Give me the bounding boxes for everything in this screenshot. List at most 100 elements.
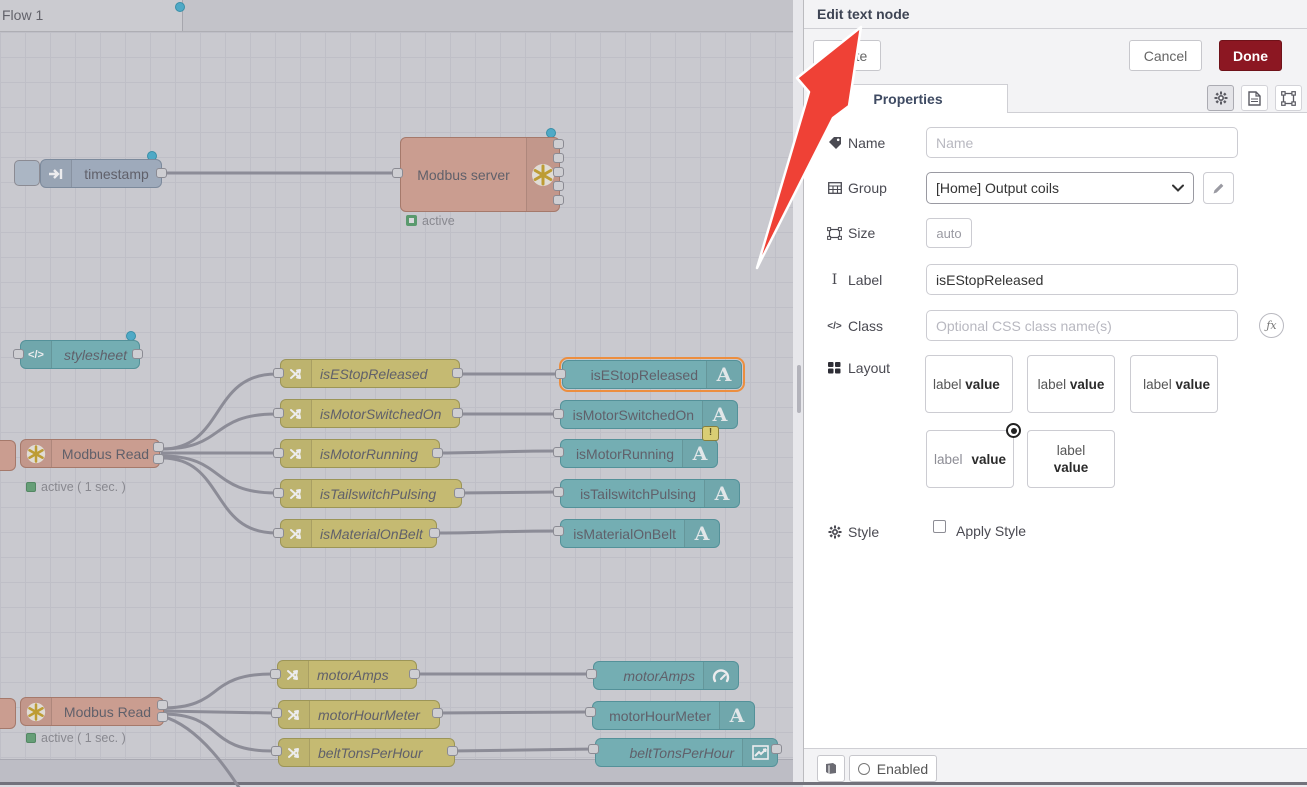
port[interactable] <box>452 368 463 378</box>
port[interactable] <box>271 708 282 718</box>
port[interactable] <box>270 669 281 679</box>
node-text-isMotorRunning[interactable]: isMotorRunning A <box>560 439 718 468</box>
port[interactable] <box>588 744 599 754</box>
port[interactable] <box>156 168 167 178</box>
cancel-button[interactable]: Cancel <box>1129 40 1202 71</box>
port[interactable] <box>555 369 566 379</box>
node-chart-beltTonsPerHour[interactable]: beltTonsPerHour <box>595 738 778 767</box>
port[interactable] <box>132 349 143 359</box>
node-inject-timestamp[interactable]: timestamp <box>40 159 162 188</box>
node-text-isMaterialOnBelt[interactable]: isMaterialOnBelt A <box>560 519 720 548</box>
port[interactable] <box>13 349 24 359</box>
group-select[interactable]: [Home] Output coils <box>926 172 1194 204</box>
expression-button[interactable]: ƒx <box>1259 313 1284 338</box>
node-change-isMotorRunning[interactable]: isMotorRunning <box>280 439 440 468</box>
port[interactable] <box>273 408 284 418</box>
port[interactable] <box>273 528 284 538</box>
port[interactable] <box>585 707 596 717</box>
node-change-beltTonsPerHour[interactable]: beltTonsPerHour <box>278 738 455 767</box>
node-change-motorHourMeter[interactable]: motorHourMeter <box>278 700 440 729</box>
port[interactable] <box>432 708 443 718</box>
table-icon <box>827 181 842 196</box>
port[interactable] <box>553 409 564 419</box>
port[interactable] <box>273 368 284 378</box>
text-icon: A <box>702 401 737 428</box>
layout-option-left[interactable]: label value <box>925 355 1013 413</box>
port[interactable] <box>409 669 420 679</box>
label-input[interactable] <box>926 264 1238 295</box>
node-text-isEStopReleased[interactable]: isEStopReleased A <box>562 360 742 389</box>
node-text-isTailswitchPulsing[interactable]: isTailswitchPulsing A <box>560 479 740 508</box>
description-button[interactable] <box>1241 85 1268 111</box>
layout-option-stacked[interactable]: labelvalue <box>1027 430 1115 488</box>
port[interactable] <box>553 526 564 536</box>
node-label: isMotorRunning <box>561 446 682 462</box>
node-text-motorHourMeter[interactable]: motorHourMeter A <box>592 701 755 730</box>
port[interactable] <box>553 447 564 457</box>
delete-button[interactable]: Delete <box>813 40 881 71</box>
change-icon <box>281 480 312 507</box>
node-text-isMotorSwitchedOn[interactable]: isMotorSwitchedOn A <box>560 400 738 429</box>
vertical-scrollbar[interactable] <box>797 365 801 413</box>
node-change-isMotorSwitchedOn[interactable]: isMotorSwitchedOn <box>280 399 460 428</box>
port[interactable] <box>392 168 403 178</box>
port[interactable] <box>553 487 564 497</box>
node-modbus-server[interactable]: Modbus server <box>400 137 560 212</box>
status-icon <box>26 482 36 492</box>
node-change-isMaterialOnBelt[interactable]: isMaterialOnBelt <box>280 519 437 548</box>
port[interactable] <box>447 746 458 756</box>
port[interactable] <box>553 153 564 163</box>
done-button[interactable]: Done <box>1219 40 1282 71</box>
port[interactable] <box>153 442 164 452</box>
partial-node[interactable] <box>0 698 16 729</box>
enabled-label: Enabled <box>877 761 928 777</box>
inject-button[interactable] <box>14 160 40 186</box>
layout-option-center[interactable]: label value <box>1027 355 1115 413</box>
name-input[interactable] <box>926 127 1238 158</box>
port[interactable] <box>553 195 564 205</box>
properties-form: Name Group [Home] Output coils <box>804 113 1307 748</box>
layout-selected-radio[interactable] <box>1006 423 1021 438</box>
port[interactable] <box>553 167 564 177</box>
partial-node[interactable] <box>0 440 16 471</box>
port[interactable] <box>553 139 564 149</box>
change-icon <box>281 360 312 387</box>
port[interactable] <box>157 700 168 710</box>
size-auto-button[interactable]: auto <box>926 218 972 248</box>
port[interactable] <box>771 744 782 754</box>
node-change-isTailswitchPulsing[interactable]: isTailswitchPulsing <box>280 479 462 508</box>
node-modbus-read-1[interactable]: Modbus Read <box>20 439 160 468</box>
node-label: isMotorSwitchedOn <box>561 407 702 423</box>
port[interactable] <box>454 488 465 498</box>
tab-properties[interactable]: Properties <box>808 84 1008 113</box>
enabled-toggle[interactable]: Enabled <box>849 755 937 782</box>
port[interactable] <box>271 746 282 756</box>
port[interactable] <box>429 528 440 538</box>
flow-canvas[interactable]: timestamp Modbus server active <box>0 32 793 759</box>
node-stylesheet[interactable]: </> stylesheet <box>20 340 140 369</box>
port[interactable] <box>157 712 168 722</box>
size-icon <box>827 226 842 241</box>
tab-flow-1[interactable]: Flow 1 <box>0 0 183 31</box>
class-input[interactable] <box>926 310 1238 341</box>
port[interactable] <box>452 408 463 418</box>
node-modbus-read-2[interactable]: Modbus Read <box>20 697 164 726</box>
layout-grid-icon <box>827 361 842 376</box>
appearance-button[interactable] <box>1275 85 1302 111</box>
node-change-isEStopReleased[interactable]: isEStopReleased <box>280 359 460 388</box>
port[interactable] <box>153 454 164 464</box>
port[interactable] <box>553 181 564 191</box>
edit-group-button[interactable] <box>1203 172 1234 204</box>
node-gauge-motorAmps[interactable]: motorAmps <box>593 661 739 690</box>
port[interactable] <box>273 448 284 458</box>
node-change-motorAmps[interactable]: motorAmps <box>277 660 417 689</box>
port[interactable] <box>273 488 284 498</box>
node-label: Modbus server <box>401 167 526 183</box>
port[interactable] <box>586 669 597 679</box>
layout-option-right[interactable]: label value <box>1130 355 1218 413</box>
docs-button[interactable] <box>817 755 845 782</box>
gear-button[interactable] <box>1207 85 1234 111</box>
layout-option-spread[interactable]: labelvalue <box>926 430 1014 488</box>
port[interactable] <box>432 448 443 458</box>
apply-style-checkbox[interactable] <box>933 520 946 533</box>
